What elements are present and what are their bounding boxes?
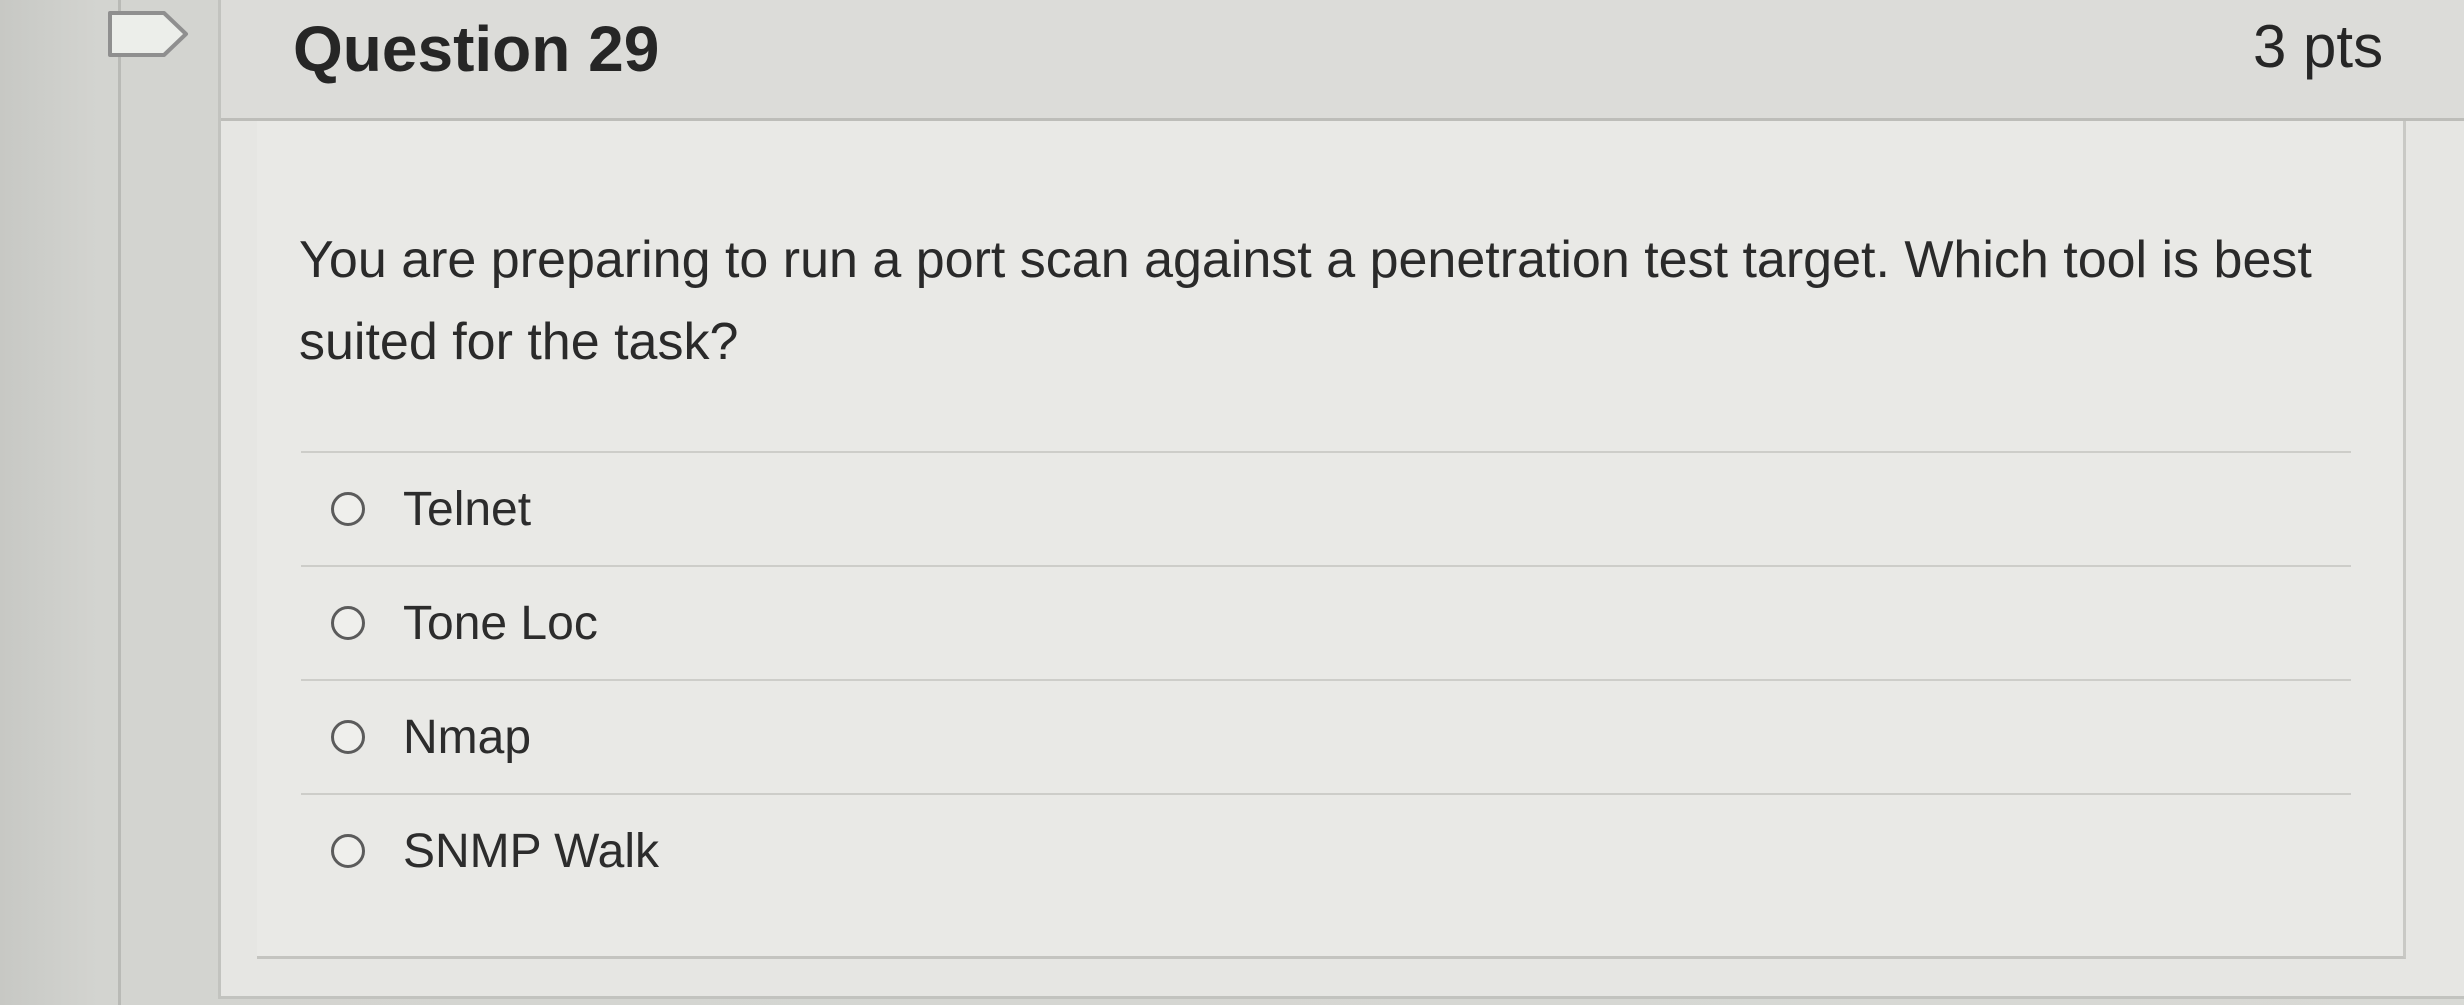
flag-question-icon[interactable] bbox=[106, 8, 192, 60]
answer-option-tone-loc[interactable]: Tone Loc bbox=[301, 567, 2351, 681]
question-header: Question 29 3 pts bbox=[221, 0, 2464, 121]
question-card: Question 29 3 pts You are preparing to r… bbox=[218, 0, 2464, 999]
answer-label: Telnet bbox=[403, 482, 532, 536]
answer-option-nmap[interactable]: Nmap bbox=[301, 681, 2351, 795]
answer-option-snmp-walk[interactable]: SNMP Walk bbox=[301, 795, 2351, 907]
radio-button[interactable] bbox=[331, 606, 365, 640]
radio-button[interactable] bbox=[331, 720, 365, 754]
left-sidebar-divider bbox=[118, 0, 121, 1005]
answer-option-telnet[interactable]: Telnet bbox=[301, 453, 2351, 567]
answer-label: SNMP Walk bbox=[403, 824, 660, 878]
answer-label: Tone Loc bbox=[403, 596, 598, 650]
radio-button[interactable] bbox=[331, 834, 365, 868]
question-title: Question 29 bbox=[293, 13, 660, 85]
question-prompt: You are preparing to run a port scan aga… bbox=[299, 231, 2312, 371]
question-points: 3 pts bbox=[2253, 13, 2384, 80]
question-body: You are preparing to run a port scan aga… bbox=[257, 121, 2406, 959]
answer-label: Nmap bbox=[403, 710, 532, 764]
radio-button[interactable] bbox=[331, 492, 365, 526]
answer-list: Telnet Tone Loc Nmap SNMP Walk bbox=[301, 451, 2351, 907]
